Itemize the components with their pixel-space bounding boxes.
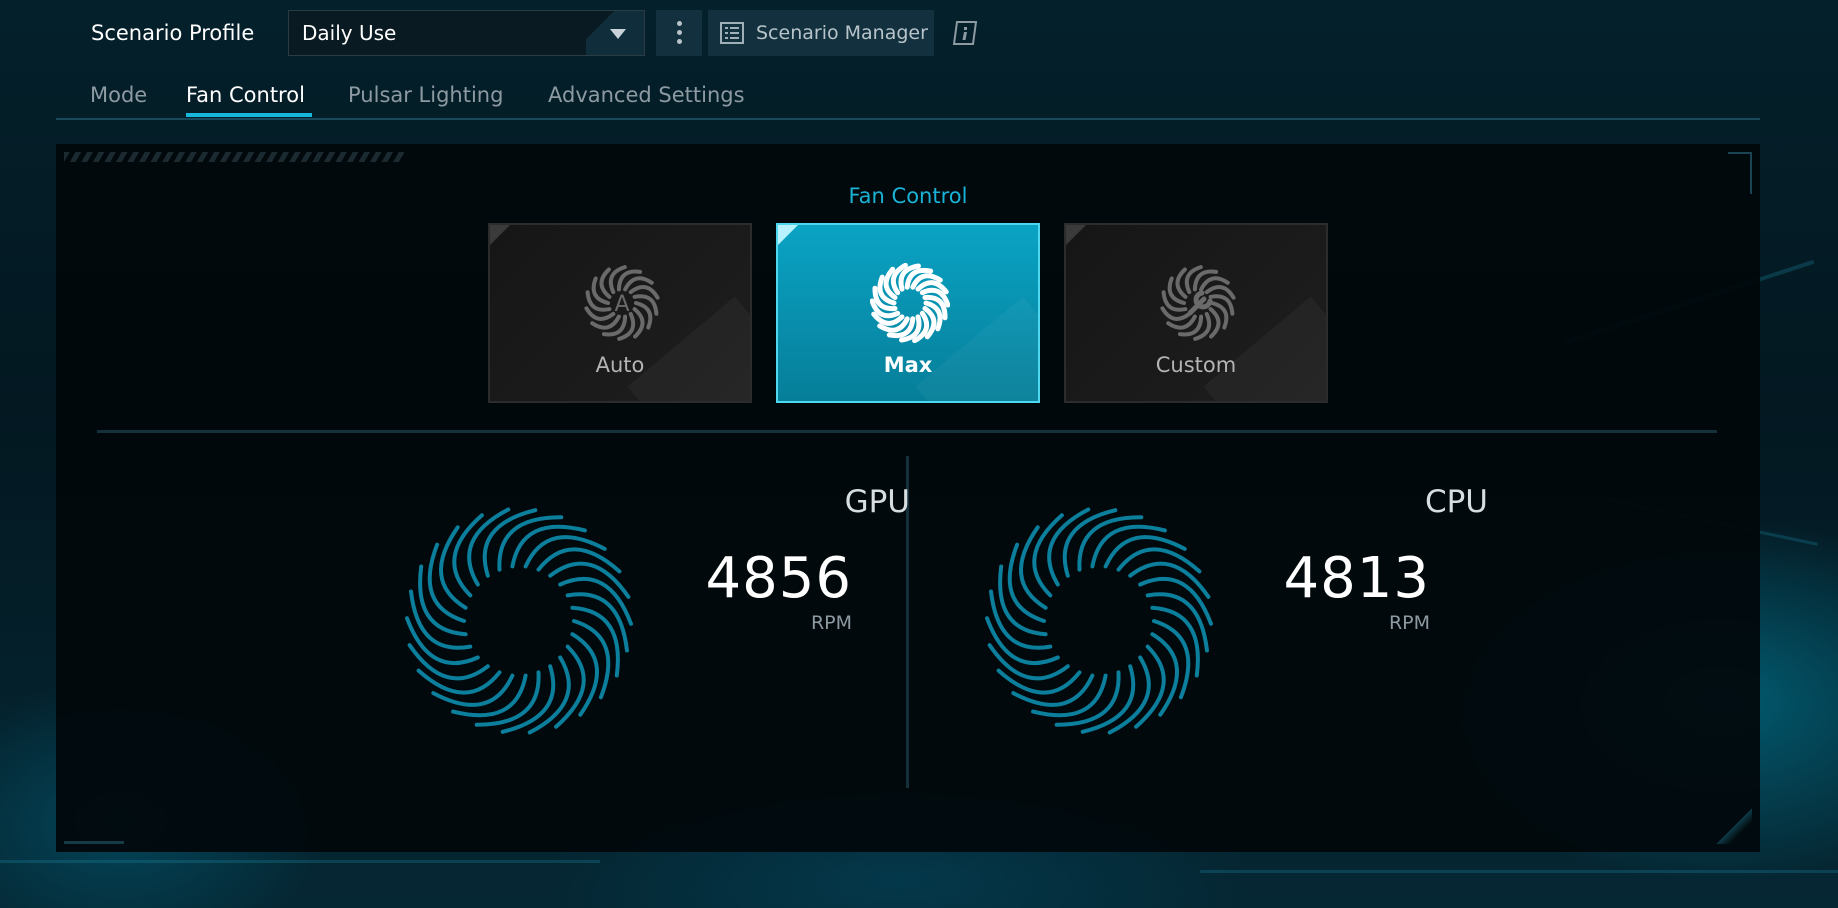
- mode-card-custom[interactable]: Custom: [1064, 223, 1328, 403]
- cpu-rpm-unit: RPM: [1388, 612, 1430, 634]
- scenario-profile-select[interactable]: Daily Use: [288, 10, 645, 56]
- cpu-label: CPU: [1424, 484, 1488, 520]
- active-tab-indicator: [186, 113, 312, 117]
- mode-card-max[interactable]: Max: [776, 223, 1040, 403]
- scenario-profile-label: Scenario Profile: [91, 21, 255, 45]
- panel-corner-decoration: [1716, 808, 1752, 844]
- list-icon: [720, 22, 744, 44]
- tabs-divider: [56, 118, 1760, 120]
- tab-mode[interactable]: Mode: [90, 80, 147, 110]
- more-vertical-icon-dot: [677, 30, 682, 35]
- more-vertical-icon: [677, 21, 682, 26]
- section-title: Fan Control: [848, 184, 968, 208]
- panel-corner-decoration: [64, 828, 124, 844]
- tab-pulsar-lighting[interactable]: Pulsar Lighting: [348, 80, 503, 110]
- gpu-label: GPU: [844, 484, 910, 520]
- more-vertical-icon-dot: [677, 39, 682, 44]
- mode-label: Auto: [595, 353, 645, 377]
- tab-advanced-settings[interactable]: Advanced Settings: [548, 80, 745, 110]
- gpu-rpm-unit: RPM: [810, 612, 852, 634]
- fan-auto-icon: A: [584, 265, 660, 341]
- card-corner-tick: [778, 225, 798, 245]
- wrench-icon: [1187, 290, 1213, 316]
- fan-control-panel: Fan Control A Auto Max Custom GPU 4856 R…: [56, 144, 1760, 852]
- more-options-button[interactable]: [656, 10, 702, 56]
- card-corner-tick: [1066, 225, 1086, 245]
- chevron-down-icon: [610, 29, 626, 39]
- gpu-fan-icon: [405, 507, 633, 735]
- panel-hatch-decoration: [64, 152, 404, 162]
- scenario-manager-button[interactable]: Scenario Manager: [708, 10, 934, 56]
- gpu-rpm-value: 4856: [705, 546, 852, 611]
- card-corner-tick: [490, 225, 510, 245]
- cpu-fan-icon: [985, 507, 1213, 735]
- cpu-rpm-value: 4813: [1283, 546, 1430, 611]
- mode-label: Max: [883, 353, 933, 377]
- mode-label: Custom: [1155, 353, 1237, 377]
- info-icon[interactable]: [951, 19, 979, 47]
- mode-card-auto[interactable]: A Auto: [488, 223, 752, 403]
- section-divider: [97, 430, 1717, 433]
- tab-fan-control[interactable]: Fan Control: [186, 80, 305, 110]
- fan-max-icon: [870, 263, 950, 343]
- scenario-profile-value: Daily Use: [302, 21, 397, 45]
- svg-text:A: A: [614, 292, 629, 317]
- scenario-manager-label: Scenario Manager: [756, 22, 928, 44]
- dropdown-toggle[interactable]: [586, 11, 644, 55]
- fan-custom-icon: [1160, 265, 1236, 341]
